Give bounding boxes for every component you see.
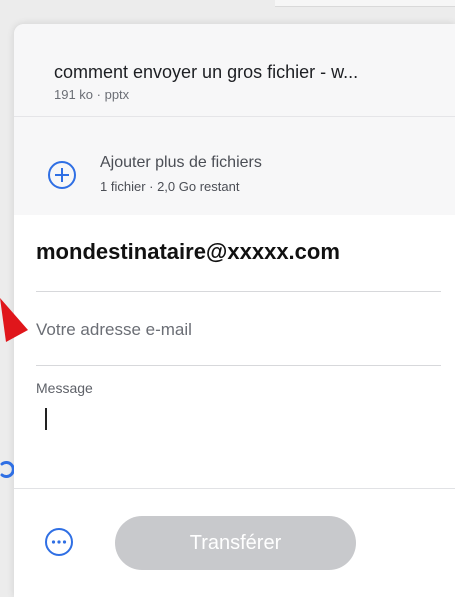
red-arrow-icon [0,298,28,342]
file-meta: 191 ko · pptx [54,87,130,102]
recipient-underline [36,291,441,292]
divider [14,116,455,117]
add-files-remaining: 1 fichier · 2,0 Go restant [100,179,240,194]
file-section: comment envoyer un gros fichier - w... 1… [14,24,455,215]
plus-circle-icon[interactable] [47,160,77,190]
spinner-icon [0,461,14,478]
message-label: Message [36,380,93,396]
text-caret [45,408,47,430]
file-name[interactable]: comment envoyer un gros fichier - w... [54,62,358,83]
message-field[interactable] [36,402,445,486]
footer-divider [14,488,455,489]
screen: comment envoyer un gros fichier - w... 1… [0,0,455,597]
add-files-button[interactable]: Ajouter plus de fichiers [100,154,262,172]
more-options-icon[interactable] [44,527,74,557]
transfer-button[interactable]: Transférer [115,516,356,570]
sender-email-field[interactable] [36,310,441,350]
window-top-edge [275,0,455,7]
email-underline [36,365,441,366]
recipient-email[interactable]: mondestinataire@xxxxx.com [36,239,340,265]
transfer-panel: comment envoyer un gros fichier - w... 1… [14,24,455,597]
